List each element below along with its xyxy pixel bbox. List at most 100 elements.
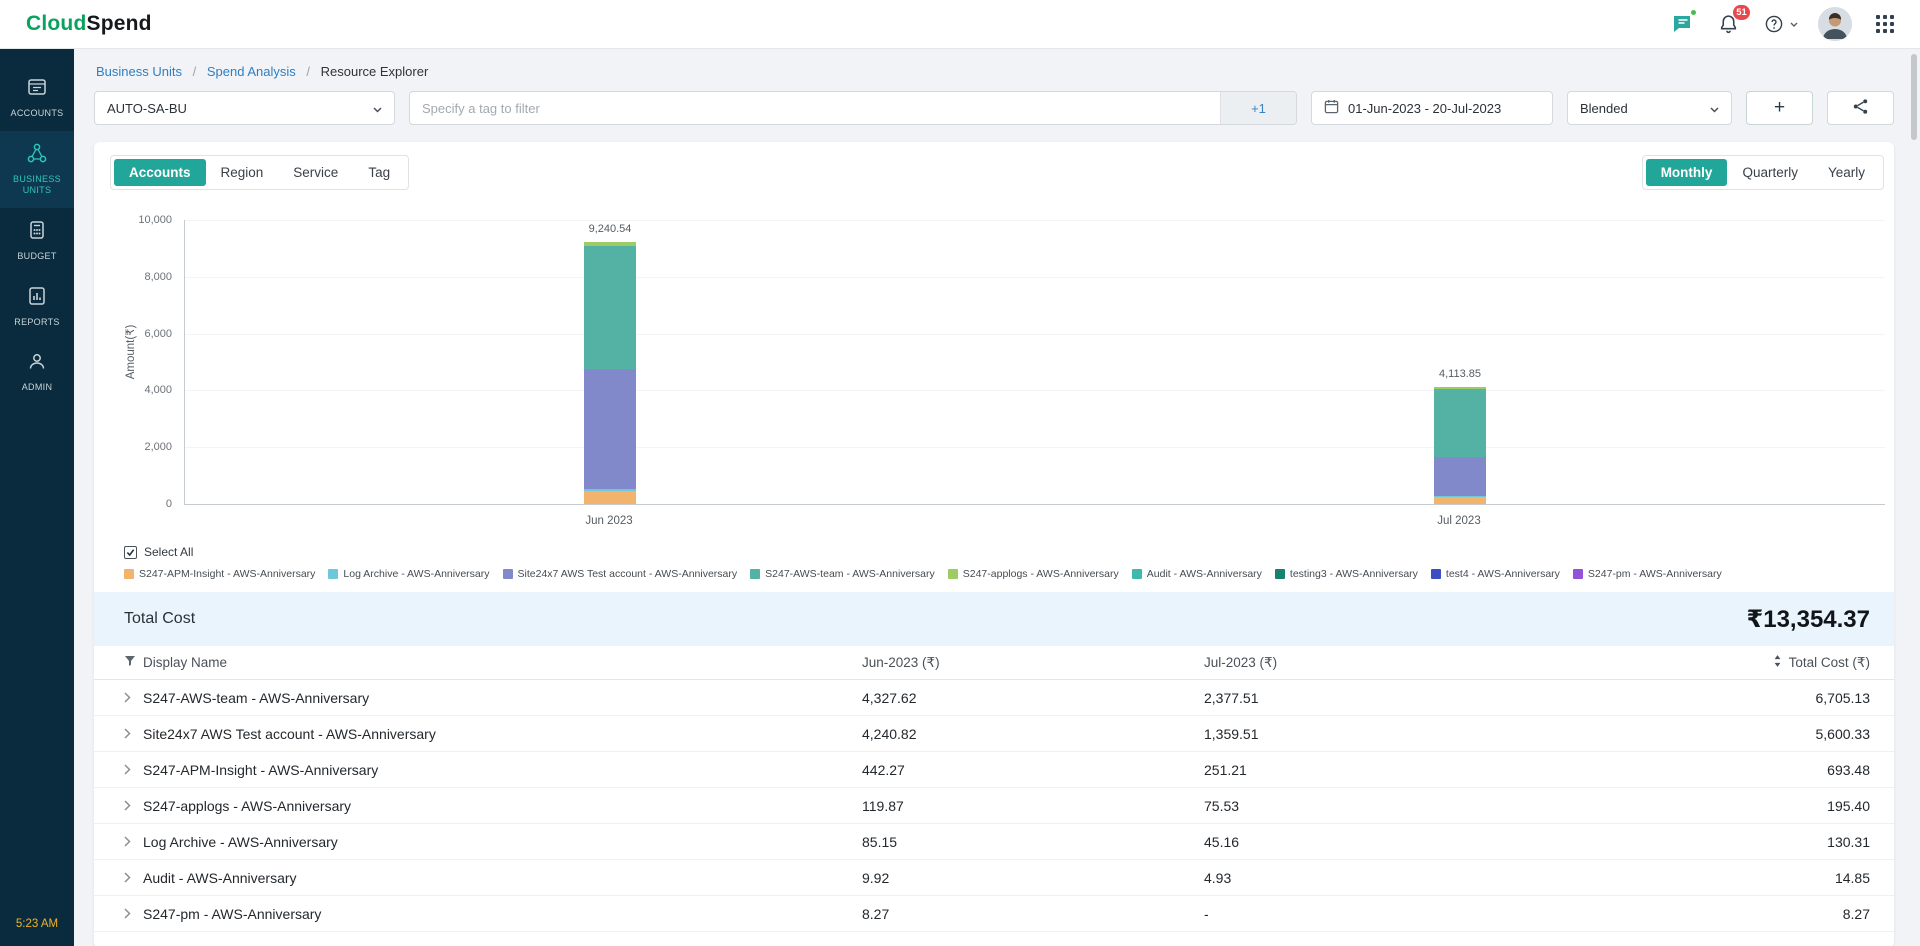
budget-icon <box>26 219 48 246</box>
legend-item[interactable]: S247-pm - AWS-Anniversary <box>1573 568 1722 580</box>
total-cost-band: Total Cost ₹13,354.37 <box>94 592 1894 646</box>
bar-segment[interactable] <box>584 246 636 369</box>
table-row[interactable]: Site24x7 AWS Test account - AWS-Annivers… <box>94 716 1894 752</box>
accounts-icon <box>26 76 48 103</box>
sidebar-item-business-units[interactable]: BUSINESS UNITS <box>0 131 74 208</box>
row-jun-value: 85.15 <box>862 834 1204 850</box>
bar-segment[interactable] <box>584 491 636 504</box>
legend-item[interactable]: S247-applogs - AWS-Anniversary <box>948 568 1119 580</box>
breadcrumb-link-business-units[interactable]: Business Units <box>96 64 182 79</box>
expand-chevron-icon[interactable] <box>124 692 131 703</box>
table-row[interactable]: Log Archive - AWS-Anniversary 85.15 45.1… <box>94 824 1894 860</box>
select-all-checkbox[interactable]: Select All <box>124 545 1870 559</box>
tab-quarterly[interactable]: Quarterly <box>1727 159 1813 186</box>
expand-chevron-icon[interactable] <box>124 728 131 739</box>
tab-region[interactable]: Region <box>206 159 279 186</box>
sidebar-item-budget[interactable]: BUDGET <box>0 208 74 274</box>
feedback-icon[interactable] <box>1669 11 1695 37</box>
legend-item[interactable]: S247-AWS-team - AWS-Anniversary <box>750 568 935 580</box>
table-row[interactable]: S247-pm - AWS-Anniversary 8.27 - 8.27 <box>94 896 1894 932</box>
apps-grid-icon[interactable] <box>1872 11 1898 37</box>
business-unit-select[interactable]: AUTO-SA-BU <box>94 91 395 125</box>
legend-item[interactable]: test4 - AWS-Anniversary <box>1431 568 1560 580</box>
breadcrumb-link-spend-analysis[interactable]: Spend Analysis <box>207 64 296 79</box>
x-axis-label: Jul 2023 <box>1399 515 1519 527</box>
gridline <box>185 220 1885 221</box>
bar-segment[interactable] <box>1434 389 1486 457</box>
bar-segment[interactable] <box>1434 497 1486 504</box>
avatar[interactable] <box>1818 7 1852 41</box>
row-display-name: S247-applogs - AWS-Anniversary <box>143 798 351 814</box>
row-jun-value: 8.27 <box>862 906 1204 922</box>
table-row[interactable]: Audit - AWS-Anniversary 9.92 4.93 14.85 <box>94 860 1894 896</box>
date-range-picker[interactable]: 01-Jun-2023 - 20-Jul-2023 <box>1311 91 1553 125</box>
chevron-down-icon <box>373 101 382 116</box>
row-jul-value: - <box>1204 906 1680 922</box>
stacked-bar[interactable] <box>1434 387 1486 504</box>
expand-chevron-icon[interactable] <box>124 836 131 847</box>
y-tick-label: 10,000 <box>138 214 172 226</box>
tab-monthly[interactable]: Monthly <box>1646 159 1728 186</box>
row-jun-value: 442.27 <box>862 762 1204 778</box>
tab-accounts[interactable]: Accounts <box>114 159 206 186</box>
chevron-down-icon <box>1710 101 1719 116</box>
table-row[interactable]: S247-applogs - AWS-Anniversary 119.87 75… <box>94 788 1894 824</box>
row-total-value: 6,705.13 <box>1680 690 1870 706</box>
tag-filter-input[interactable] <box>410 92 1296 124</box>
add-button[interactable]: + <box>1746 91 1813 125</box>
sidebar-item-reports[interactable]: REPORTS <box>0 274 74 340</box>
legend-item[interactable]: S247-APM-Insight - AWS-Anniversary <box>124 568 315 580</box>
table-body: S247-AWS-team - AWS-Anniversary 4,327.62… <box>94 680 1894 932</box>
row-jul-value: 75.53 <box>1204 798 1680 814</box>
table-row[interactable]: S247-APM-Insight - AWS-Anniversary 442.2… <box>94 752 1894 788</box>
legend-item[interactable]: Site24x7 AWS Test account - AWS-Annivers… <box>503 568 738 580</box>
reports-icon <box>26 285 48 312</box>
sidebar-item-accounts[interactable]: ACCOUNTS <box>0 65 74 131</box>
tab-tag[interactable]: Tag <box>353 159 405 186</box>
column-header-jun: Jun-2023 (₹) <box>862 655 1204 671</box>
sort-icon[interactable] <box>1773 655 1782 670</box>
help-menu[interactable] <box>1761 11 1798 37</box>
expand-chevron-icon[interactable] <box>124 908 131 919</box>
scrollbar-thumb[interactable] <box>1911 54 1917 140</box>
stacked-bar[interactable] <box>584 242 636 504</box>
legend-label: S247-AWS-team - AWS-Anniversary <box>765 568 935 580</box>
expand-chevron-icon[interactable] <box>124 800 131 811</box>
legend-swatch <box>1431 569 1441 579</box>
legend-label: Site24x7 AWS Test account - AWS-Annivers… <box>518 568 738 580</box>
row-total-value: 5,600.33 <box>1680 726 1870 742</box>
notifications-bell-icon[interactable]: 51 <box>1715 11 1741 37</box>
row-display-name: Audit - AWS-Anniversary <box>143 870 297 886</box>
sidebar-clock[interactable]: 5:23 AM <box>16 918 58 930</box>
legend-item[interactable]: Audit - AWS-Anniversary <box>1132 568 1262 580</box>
filter-funnel-icon[interactable] <box>124 655 136 670</box>
breadcrumb: Business Units / Spend Analysis / Resour… <box>96 64 1894 79</box>
top-bar: CloudSpend 51 <box>0 0 1920 49</box>
sidebar-item-label: REPORTS <box>14 317 59 329</box>
tab-yearly[interactable]: Yearly <box>1813 159 1880 186</box>
row-total-value: 14.85 <box>1680 870 1870 886</box>
app-logo[interactable]: CloudSpend <box>26 12 152 36</box>
row-display-name: S247-pm - AWS-Anniversary <box>143 906 321 922</box>
bar-segment[interactable] <box>584 369 636 489</box>
row-display-name: Log Archive - AWS-Anniversary <box>143 834 338 850</box>
legend-item[interactable]: testing3 - AWS-Anniversary <box>1275 568 1418 580</box>
expand-chevron-icon[interactable] <box>124 764 131 775</box>
cost-view-select[interactable]: Blended <box>1567 91 1732 125</box>
sidebar: ACCOUNTS BUSINESS UNITS BUDGET REPORTS A… <box>0 49 74 946</box>
select-all-label: Select All <box>144 545 193 559</box>
calendar-icon <box>1324 99 1339 117</box>
expand-chevron-icon[interactable] <box>124 872 131 883</box>
tab-service[interactable]: Service <box>278 159 353 186</box>
bar-segment[interactable] <box>1434 457 1486 496</box>
sidebar-item-admin[interactable]: ADMIN <box>0 339 74 405</box>
date-range-value: 01-Jun-2023 - 20-Jul-2023 <box>1348 101 1501 116</box>
x-axis-label: Jun 2023 <box>549 515 669 527</box>
tag-overflow-button[interactable]: +1 <box>1220 92 1296 124</box>
sidebar-item-label: ACCOUNTS <box>11 108 64 120</box>
breadcrumb-separator: / <box>193 64 197 79</box>
row-total-value: 130.31 <box>1680 834 1870 850</box>
legend-item[interactable]: Log Archive - AWS-Anniversary <box>328 568 489 580</box>
table-row[interactable]: S247-AWS-team - AWS-Anniversary 4,327.62… <box>94 680 1894 716</box>
share-button[interactable] <box>1827 91 1894 125</box>
